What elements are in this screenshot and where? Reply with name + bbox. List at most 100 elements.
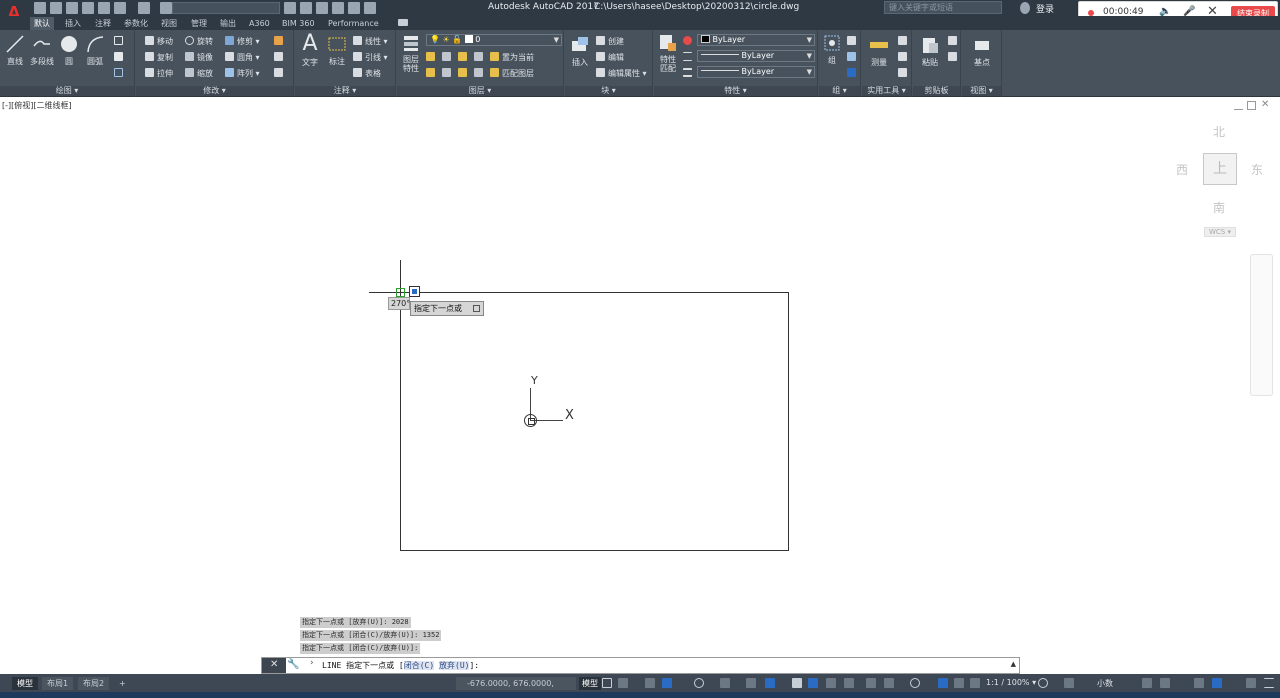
annotation-scale-icon[interactable]	[970, 678, 980, 688]
polyline-button[interactable]: 多段线	[28, 34, 56, 67]
annotation-panel-label[interactable]: 注释 ▾	[295, 86, 395, 96]
new-file-icon[interactable]	[34, 2, 46, 14]
layer-previous-icon[interactable]	[284, 2, 296, 14]
lock-ui-icon[interactable]	[1160, 678, 1170, 688]
annotation-monitor-icon[interactable]	[1064, 678, 1074, 688]
create-block-button[interactable]: 创建	[596, 35, 624, 48]
edit-block-button[interactable]: 编辑	[596, 51, 624, 64]
units-dropdown[interactable]: 小数	[1097, 678, 1113, 689]
drawing-viewport[interactable]: [-][俯视][二维线框] ✕ 北 西 东 南 上 WCS ▾ 270° 指定下…	[0, 97, 1280, 657]
layer-tool-8[interactable]	[474, 67, 486, 80]
customization-menu-icon[interactable]	[1264, 678, 1274, 688]
utility-tool-2[interactable]	[898, 51, 910, 64]
tab-bim360[interactable]: BIM 360	[278, 17, 319, 30]
rotate-button[interactable]: 旋转	[185, 35, 213, 48]
table-button[interactable]: 表格	[353, 67, 381, 80]
groups-panel-label[interactable]: 组 ▾	[819, 86, 860, 96]
rectangle-tool[interactable]	[114, 35, 126, 48]
layer-tool-7[interactable]	[458, 67, 470, 80]
erase-tool[interactable]	[274, 35, 286, 48]
measure-button[interactable]: 测量	[866, 35, 892, 68]
tab-manage[interactable]: 管理	[187, 17, 211, 30]
ortho-icon[interactable]	[662, 678, 672, 688]
group-edit-tool[interactable]	[847, 51, 859, 64]
wcs-menu[interactable]: WCS ▾	[1204, 227, 1236, 237]
search-input[interactable]: 键入关键字或短语	[884, 1, 1002, 14]
coordinate-readout[interactable]: -676.0000, 676.0000, 0.0000	[456, 677, 576, 698]
close-icon[interactable]: ✕	[270, 659, 278, 670]
auto-scale-icon[interactable]	[954, 678, 964, 688]
layer-properties-button[interactable]: 图层 特性	[400, 33, 422, 73]
stretch-button[interactable]: 拉伸	[145, 67, 173, 80]
viewcube-east[interactable]: 东	[1251, 161, 1263, 178]
tab-a360[interactable]: A360	[245, 17, 274, 30]
make-current-button[interactable]: 置为当前	[490, 51, 534, 64]
color-wheel-icon[interactable]	[683, 35, 695, 48]
arc-button[interactable]: 圆弧	[84, 34, 106, 67]
mirror-button[interactable]: 镜像	[185, 51, 213, 64]
isodraft-icon[interactable]	[720, 678, 730, 688]
tab-default[interactable]: 默认	[30, 17, 54, 30]
layer-tool-4[interactable]	[474, 51, 486, 64]
base-view-button[interactable]: 基点	[970, 35, 994, 68]
open-file-icon[interactable]	[50, 2, 62, 14]
customize-wrench-icon[interactable]: 🔧	[287, 659, 299, 670]
command-input[interactable]: LINE 指定下一点或 [闭合(C) 放弃(U)]:	[322, 660, 479, 671]
dynamic-ucs-icon[interactable]	[866, 678, 876, 688]
polar-icon[interactable]	[694, 678, 704, 688]
hatch-tool[interactable]	[114, 51, 126, 64]
match-properties-button[interactable]: 特性 匹配	[657, 33, 679, 73]
viewcube-south[interactable]: 南	[1213, 199, 1225, 216]
hardware-acceleration-icon[interactable]	[1212, 678, 1222, 688]
viewport-controls[interactable]: [-][俯视][二维线框]	[2, 100, 72, 111]
linetype-dropdown[interactable]: ByLayer ▼	[697, 50, 815, 62]
fillet-button[interactable]: 圆角 ▾	[225, 51, 260, 64]
explode-tool[interactable]	[274, 51, 286, 64]
layer-tool-6[interactable]	[442, 67, 454, 80]
object-snap-icon[interactable]	[765, 678, 775, 688]
dynamic-input-toggle-icon[interactable]	[645, 678, 655, 688]
properties-panel-label[interactable]: 特性 ▾	[654, 86, 817, 96]
option-close[interactable]: 闭合(C)	[403, 661, 435, 670]
save-icon[interactable]	[66, 2, 78, 14]
tab-annotate[interactable]: 注释	[91, 17, 115, 30]
annotation-visibility-icon[interactable]	[938, 678, 948, 688]
3d-osnap-icon[interactable]	[844, 678, 854, 688]
login-link[interactable]: 登录	[1036, 2, 1054, 15]
array-button[interactable]: 阵列 ▾	[225, 67, 260, 80]
snap-icon[interactable]	[618, 678, 628, 688]
workspace-gear-icon[interactable]	[160, 2, 172, 14]
share-icon[interactable]	[348, 2, 360, 14]
customize-icon[interactable]	[364, 2, 376, 14]
clean-screen-icon[interactable]	[1246, 678, 1256, 688]
dimension-button[interactable]: 标注	[325, 34, 349, 67]
linear-button[interactable]: 线性 ▾	[353, 35, 388, 48]
layer-tool-3[interactable]	[458, 51, 470, 64]
lineweight-dropdown[interactable]: ByLayer ▼	[697, 66, 815, 78]
scale-button[interactable]: 缩放	[185, 67, 213, 80]
publish-icon[interactable]	[332, 2, 344, 14]
lineweight-icon[interactable]	[683, 67, 695, 80]
tab-model[interactable]: 模型	[12, 677, 38, 690]
linetype-icon[interactable]	[683, 51, 695, 64]
layers-panel-label[interactable]: 图层 ▾	[397, 86, 563, 96]
tab-insert[interactable]: 插入	[61, 17, 85, 30]
layer-dropdown[interactable]: 💡 ☀ 🔓 0 ▼	[426, 34, 562, 46]
match-layer-button[interactable]: 匹配图层	[490, 67, 534, 80]
copy-clip-tool[interactable]	[948, 51, 960, 64]
user-icon[interactable]	[1020, 2, 1030, 14]
tab-performance[interactable]: Performance	[324, 17, 383, 30]
viewcube-top-face[interactable]: 上	[1203, 153, 1237, 185]
block-panel-label[interactable]: 块 ▾	[565, 86, 652, 96]
close-icon[interactable]: ✕	[1261, 100, 1270, 110]
redo-icon[interactable]	[138, 2, 150, 14]
save-as-icon[interactable]	[82, 2, 94, 14]
workspace-gear-icon[interactable]	[1038, 678, 1048, 688]
circle-button[interactable]: 圆	[58, 34, 80, 67]
layer-tool-1[interactable]	[426, 51, 438, 64]
copy-button[interactable]: 复制	[145, 51, 173, 64]
object-snap-tracking-icon[interactable]	[746, 678, 756, 688]
move-button[interactable]: 移动	[145, 35, 173, 48]
group-select-tool[interactable]	[847, 67, 859, 80]
selection-cycling-icon[interactable]	[826, 678, 836, 688]
